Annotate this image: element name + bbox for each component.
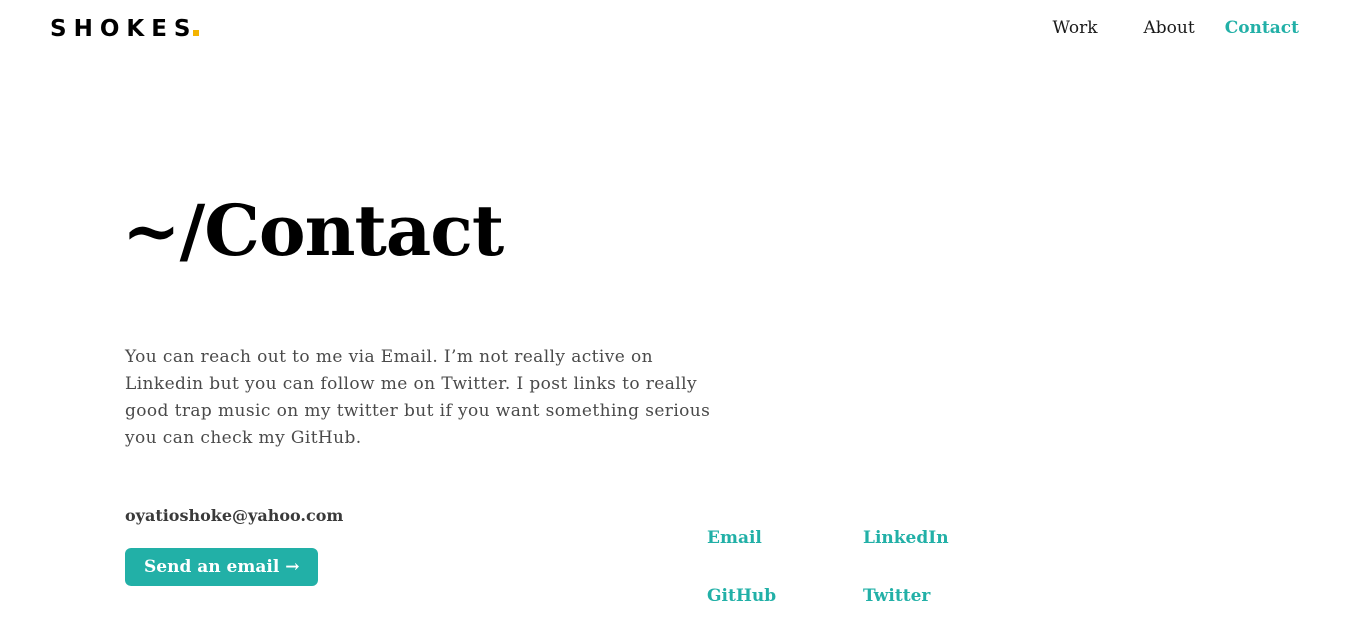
site-logo[interactable]: SHOKES xyxy=(50,14,200,44)
email-address: oyatioshoke@yahoo.com xyxy=(125,506,344,525)
intro-paragraph: You can reach out to me via Email. I’m n… xyxy=(125,347,711,448)
logo-text: SHOKES xyxy=(50,16,198,42)
logo-dot xyxy=(193,30,200,36)
nav-link-work[interactable]: Work xyxy=(1053,16,1098,40)
nav-link-contact[interactable]: Contact xyxy=(1225,16,1299,40)
social-link-twitter[interactable]: Twitter xyxy=(863,584,930,608)
main-nav: Work About Contact xyxy=(1053,16,1299,40)
nav-link-about[interactable]: About xyxy=(1144,16,1195,40)
social-link-github[interactable]: GitHub xyxy=(707,584,776,608)
send-email-button[interactable]: Send an email → xyxy=(125,548,319,586)
social-link-linkedin[interactable]: LinkedIn xyxy=(863,526,949,550)
page-title: ~/Contact xyxy=(122,189,504,272)
social-link-email[interactable]: Email xyxy=(707,526,762,550)
